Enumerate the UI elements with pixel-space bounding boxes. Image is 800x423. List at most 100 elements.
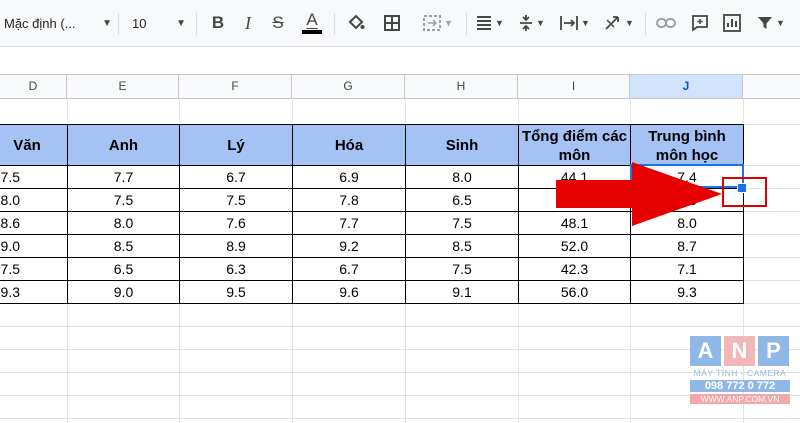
table-cell[interactable]: 8.0 (405, 165, 519, 189)
comment-icon (692, 15, 708, 32)
font-size-select[interactable]: 10 ▼ (128, 8, 186, 38)
table-cell[interactable]: 7.5 (0, 165, 68, 189)
table-cell[interactable]: 7.7 (67, 165, 180, 189)
chart-icon (723, 14, 741, 32)
table-cell[interactable]: 6.9 (292, 165, 406, 189)
vertical-align-icon (520, 15, 533, 31)
table-cell[interactable]: 6.7 (179, 165, 293, 189)
table-cell[interactable]: 7.5 (179, 188, 293, 212)
anp-logo: A N P (690, 336, 790, 366)
text-color-button[interactable]: A (297, 8, 327, 38)
table-cell[interactable]: 52.0 (518, 234, 631, 258)
table-cell[interactable]: 6.3 (179, 257, 293, 281)
insert-link-button[interactable] (652, 8, 680, 38)
logo-letter-a: A (690, 336, 721, 366)
insert-chart-button[interactable] (718, 8, 746, 38)
table-cell[interactable]: 9.3 (630, 280, 744, 304)
table-cell[interactable]: 6.5 (405, 188, 519, 212)
merge-cells-icon (423, 15, 442, 31)
table-cell[interactable]: 8.0 (0, 188, 68, 212)
table-cell[interactable]: 8.9 (179, 234, 293, 258)
strikethrough-button[interactable]: S (265, 8, 291, 38)
chevron-down-icon: ▼ (536, 18, 545, 28)
strikethrough-icon: S (272, 13, 284, 32)
header-ly[interactable]: Lý (179, 124, 293, 167)
column-header-k[interactable] (743, 75, 800, 98)
bold-button[interactable]: B (205, 8, 231, 38)
insert-comment-button[interactable] (686, 8, 714, 38)
column-header-i[interactable]: I (518, 75, 630, 98)
table-cell[interactable]: 7.5 (405, 257, 519, 281)
logo-phone: 098 772 0 772 (690, 380, 790, 392)
link-icon (656, 18, 676, 28)
filter-icon (758, 17, 773, 29)
font-size-value: 10 (132, 15, 147, 31)
column-header-f[interactable]: F (179, 75, 292, 98)
table-cell[interactable]: 9.6 (292, 280, 406, 304)
table-cell[interactable]: 7.6 (179, 211, 293, 235)
table-cell[interactable]: 8.7 (630, 234, 744, 258)
table-cell[interactable]: 7.8 (292, 188, 406, 212)
table-cell[interactable]: 7.5 (0, 257, 68, 281)
header-trung-binh[interactable]: Trung bình môn học (630, 124, 744, 167)
borders-icon (384, 15, 400, 31)
table-cell[interactable]: 6.5 (67, 257, 180, 281)
header-sinh[interactable]: Sinh (405, 124, 519, 167)
font-family-select[interactable]: Mặc định (... ▼ (4, 8, 112, 38)
text-rotation-button[interactable]: ▼ (600, 8, 638, 38)
chevron-down-icon: ▼ (444, 18, 453, 28)
logo-tagline: MÁY TÍNH - CAMERA (693, 368, 787, 378)
fill-color-button[interactable] (342, 8, 370, 38)
table-cell[interactable]: 7.7 (292, 211, 406, 235)
chevron-down-icon: ▼ (495, 18, 504, 28)
chevron-down-icon: ▼ (776, 18, 785, 28)
table-cell[interactable]: 8.5 (405, 234, 519, 258)
logo-website: WWW.ANP.COM.VN (690, 394, 790, 404)
italic-icon: I (245, 12, 251, 33)
toolbar: Mặc định (... ▼ 10 ▼ B I S A ▼ ▼ ▼ ▼ ▼ ▼ (0, 0, 800, 47)
column-header-j[interactable]: J (630, 75, 743, 98)
borders-button[interactable] (378, 8, 406, 38)
table-cell[interactable]: 9.0 (67, 280, 180, 304)
text-rotation-icon (605, 16, 619, 30)
column-header-g[interactable]: G (292, 75, 405, 98)
merge-cells-button[interactable]: ▼ (412, 8, 464, 38)
table-cell[interactable]: 8.0 (67, 211, 180, 235)
text-wrap-icon (560, 16, 578, 30)
table-cell[interactable]: 9.5 (179, 280, 293, 304)
header-tong-diem[interactable]: Tổng điểm các môn (518, 124, 631, 167)
chevron-down-icon: ▼ (176, 17, 186, 29)
text-color-bar (302, 30, 322, 34)
column-header-h[interactable]: H (405, 75, 518, 98)
formula-area (0, 47, 800, 74)
align-icon (477, 16, 492, 30)
italic-button[interactable]: I (235, 8, 261, 38)
table-cell[interactable]: 42.3 (518, 257, 631, 281)
logo-letter-n: N (724, 336, 755, 366)
table-cell[interactable]: 9.0 (0, 234, 68, 258)
table-cell[interactable]: 8.5 (67, 234, 180, 258)
chevron-down-icon: ▼ (581, 18, 590, 28)
table-cell[interactable]: 7.5 (405, 211, 519, 235)
filter-button[interactable]: ▼ (750, 8, 792, 38)
header-anh[interactable]: Anh (67, 124, 180, 167)
text-wrapping-button[interactable]: ▼ (556, 8, 594, 38)
vertical-align-button[interactable]: ▼ (514, 8, 550, 38)
highlight-box (722, 177, 767, 207)
table-cell[interactable]: 7.5 (67, 188, 180, 212)
table-cell[interactable]: 8.6 (0, 211, 68, 235)
table-cell[interactable]: 7.1 (630, 257, 744, 281)
column-header-e[interactable]: E (67, 75, 179, 98)
header-van[interactable]: Văn (0, 124, 68, 167)
header-hoa[interactable]: Hóa (292, 124, 406, 167)
table-cell[interactable]: 9.2 (292, 234, 406, 258)
horizontal-align-button[interactable]: ▼ (472, 8, 508, 38)
column-header-d[interactable]: D (0, 75, 67, 98)
paint-bucket-icon (348, 14, 365, 30)
table-cell[interactable]: 9.1 (405, 280, 519, 304)
table-cell[interactable]: 9.3 (0, 280, 68, 304)
table-cell[interactable]: 6.7 (292, 257, 406, 281)
column-headers: D E F G H I J (0, 74, 800, 99)
chevron-down-icon: ▼ (102, 17, 112, 29)
table-cell[interactable]: 56.0 (518, 280, 631, 304)
